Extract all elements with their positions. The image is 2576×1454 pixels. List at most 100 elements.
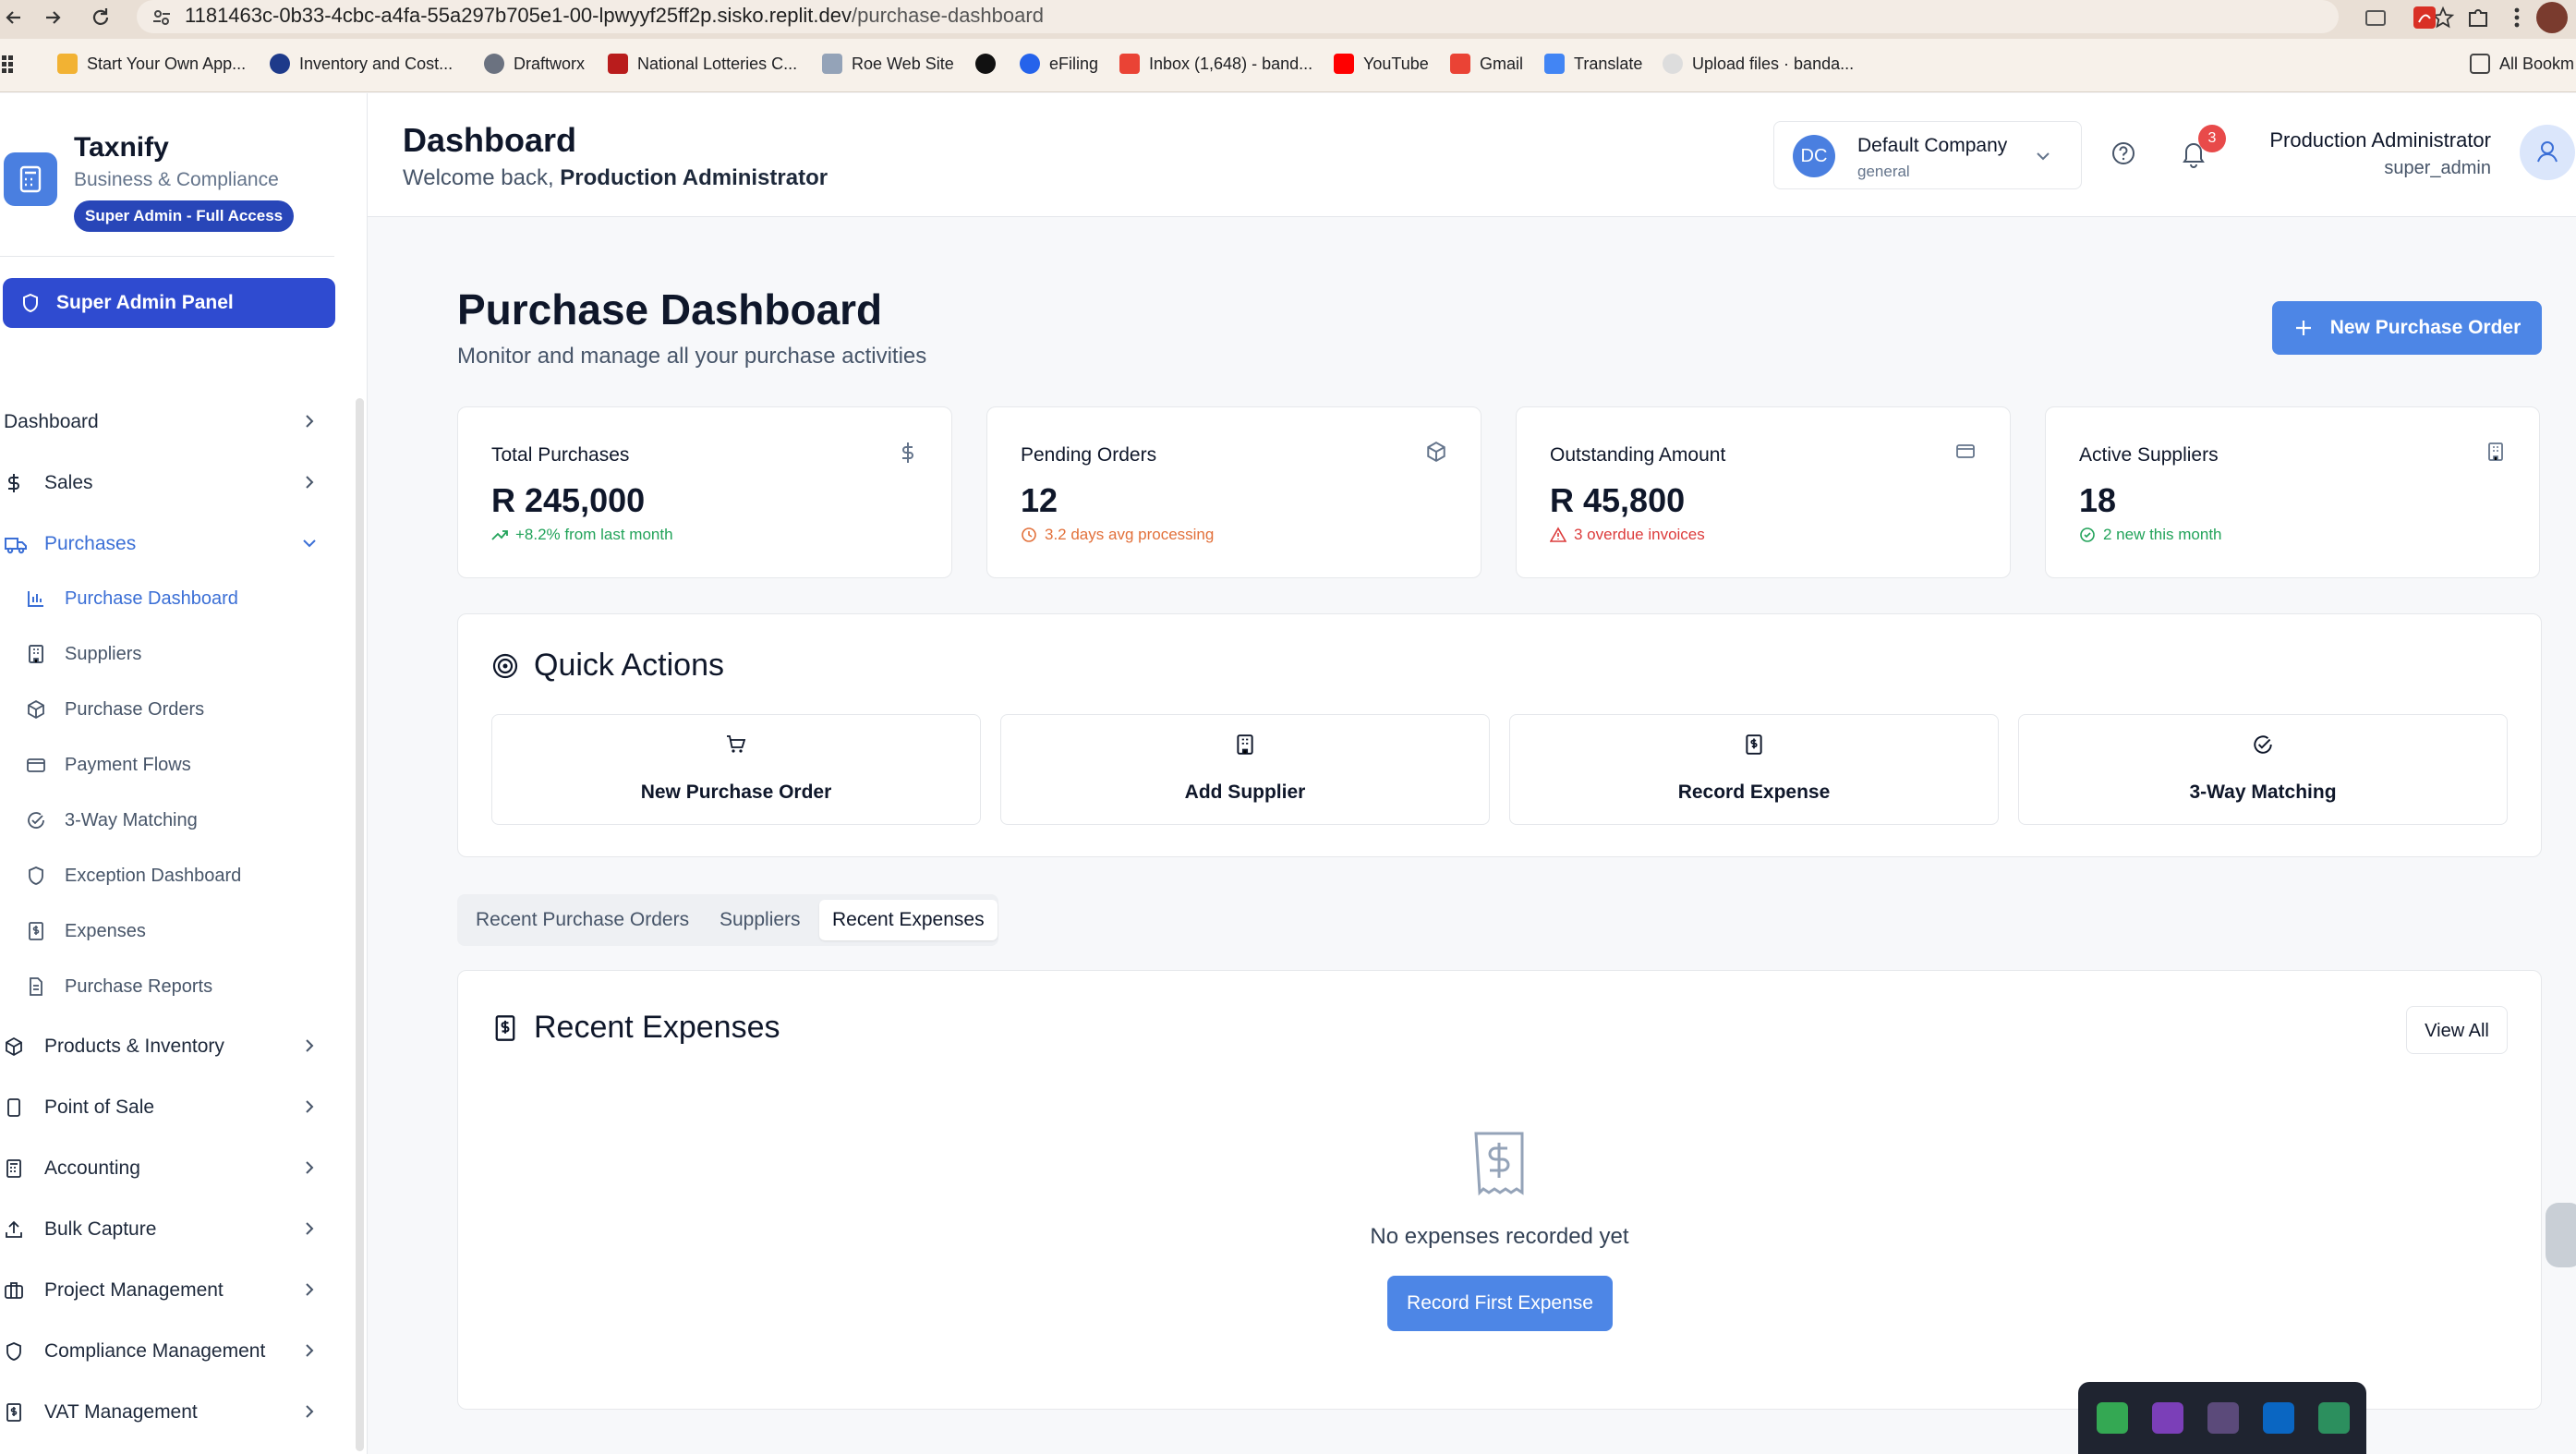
forward-arrow-icon[interactable]	[39, 4, 67, 31]
welcome-text: Welcome back, Production Administrator	[403, 165, 828, 190]
pen-icon[interactable]	[2207, 1402, 2239, 1434]
new-purchase-order-button[interactable]: New Purchase Order	[2272, 301, 2542, 355]
apps-grid-icon[interactable]	[2, 54, 18, 74]
stat-value: 18	[2079, 481, 2117, 519]
sidebar-item-vat-management[interactable]: VAT Management	[0, 1392, 333, 1433]
tab-suppliers[interactable]: Suppliers	[707, 900, 814, 940]
extensions-puzzle-icon[interactable]	[2464, 4, 2492, 31]
reload-icon[interactable]	[87, 4, 115, 31]
company-switcher[interactable]: DC Default Company general	[1773, 121, 2082, 189]
help-icon[interactable]	[2110, 139, 2137, 167]
sidebar-item-dashboard[interactable]: Dashboard	[0, 402, 333, 442]
sidebar-item-label: Purchases	[44, 533, 137, 554]
quick-action-label: 3-Way Matching	[2189, 782, 2337, 803]
cast-icon[interactable]	[2363, 6, 2389, 31]
bookmark-item[interactable]	[975, 50, 1005, 78]
sidebar-item-label: Dashboard	[4, 411, 99, 432]
empty-state-text: No expenses recorded yet	[1370, 1224, 1629, 1249]
chevron-right-icon	[299, 1279, 320, 1300]
drive-icon[interactable]	[2097, 1402, 2128, 1434]
sidebar-item-project-management[interactable]: Project Management	[0, 1270, 333, 1311]
tablet-icon	[4, 1097, 28, 1118]
sidebar-subitem-label: Purchase Dashboard	[65, 588, 238, 609]
brand-name: Taxnify	[74, 132, 169, 163]
sidebar-scrollbar[interactable]	[356, 398, 364, 1451]
cart-icon	[725, 733, 747, 756]
menu-dots-icon[interactable]	[2512, 4, 2522, 31]
sidebar: Taxnify Business & Compliance Super Admi…	[0, 93, 368, 1454]
bookmark-item[interactable]: Upload files · banda...	[1663, 50, 1854, 78]
bookmark-item[interactable]: Inbox (1,648) - band...	[1119, 50, 1312, 78]
tab-recent-purchase-orders[interactable]: Recent Purchase Orders	[463, 900, 702, 940]
security-shield-icon[interactable]	[2318, 1402, 2350, 1434]
folder-icon	[2470, 54, 2490, 74]
back-arrow-icon[interactable]	[2, 4, 30, 31]
sidebar-subitem-label: Expenses	[65, 920, 146, 941]
address-bar[interactable]: 1181463c-0b33-4cbc-a4fa-55a297b705e1-00-…	[137, 0, 2455, 33]
bookmark-item[interactable]: eFiling	[1020, 50, 1098, 78]
bookmark-item[interactable]: Draftworx	[484, 50, 585, 78]
briefcase-icon	[4, 1280, 28, 1301]
quick-action-record-expense[interactable]: Record Expense	[1509, 714, 1999, 825]
side-panel-handle[interactable]	[2546, 1203, 2576, 1267]
stat-card-total-purchases: Total Purchases R 245,000 +8.2% from las…	[457, 406, 952, 578]
top-header: Dashboard Welcome back, Production Admin…	[368, 93, 2576, 217]
sidebar-subitem-payment-flows[interactable]: Payment Flows	[26, 746, 321, 783]
url-text: 1181463c-0b33-4cbc-a4fa-55a297b705e1-00-…	[185, 4, 1044, 27]
page-title: Purchase Dashboard	[457, 285, 883, 333]
gmail-icon	[1119, 54, 1140, 74]
quick-action-label: New Purchase Order	[640, 782, 832, 803]
sidebar-subitem-3-way-matching[interactable]: 3-Way Matching	[26, 802, 321, 839]
sidebar-subitem-exception-dashboard[interactable]: Exception Dashboard	[26, 857, 321, 894]
sidebar-subitem-suppliers[interactable]: Suppliers	[26, 636, 321, 672]
sidebar-item-accounting[interactable]: Accounting	[0, 1148, 333, 1189]
record-first-expense-button[interactable]: Record First Expense	[1387, 1276, 1613, 1331]
view-all-button[interactable]: View All	[2406, 1006, 2508, 1054]
sidebar-subitem-purchase-reports[interactable]: Purchase Reports	[26, 968, 321, 1005]
chevron-right-icon	[299, 1218, 320, 1239]
gmail-icon	[1450, 54, 1470, 74]
chevron-right-icon	[299, 1157, 320, 1178]
bookmark-item[interactable]: Roe Web Site	[822, 50, 954, 78]
quick-action-label: Record Expense	[1677, 782, 1831, 803]
sidebar-subitem-purchase-orders[interactable]: Purchase Orders	[26, 691, 321, 728]
pdf-extension-icon[interactable]	[2411, 4, 2438, 31]
quick-action-3-way-matching[interactable]: 3-Way Matching	[2018, 714, 2508, 825]
quick-action-add-supplier[interactable]: Add Supplier	[1000, 714, 1490, 825]
sidebar-item-sales[interactable]: Sales	[0, 463, 333, 503]
notification-badge: 3	[2198, 125, 2226, 152]
bookmark-item[interactable]: YouTube	[1334, 50, 1429, 78]
tab-recent-expenses[interactable]: Recent Expenses	[819, 900, 998, 940]
sidebar-item-point-of-sale[interactable]: Point of Sale	[0, 1087, 333, 1128]
super-admin-panel-button[interactable]: Super Admin Panel	[3, 278, 335, 328]
store-icon[interactable]	[2263, 1402, 2294, 1434]
bar-chart-icon	[26, 588, 46, 609]
all-bookmarks[interactable]: All Bookm	[2470, 50, 2574, 78]
stat-label: Active Suppliers	[2079, 444, 2219, 466]
credit-card-icon	[26, 755, 46, 775]
bookmark-item[interactable]: Inventory and Cost...	[270, 50, 453, 78]
file-text-icon	[26, 976, 46, 997]
stat-note: 3 overdue invoices	[1550, 526, 1705, 544]
profile-avatar[interactable]	[2536, 2, 2568, 33]
receipt-icon	[26, 921, 46, 941]
sidebar-subitem-expenses[interactable]: Expenses	[26, 913, 321, 950]
bookmark-item[interactable]: Gmail	[1450, 50, 1523, 78]
onenote-icon[interactable]	[2152, 1402, 2183, 1434]
sidebar-subitem-purchase-dashboard[interactable]: Purchase Dashboard	[26, 580, 321, 617]
sidebar-item-products-inventory[interactable]: Products & Inventory	[0, 1026, 333, 1067]
sidebar-item-purchases[interactable]: Purchases	[0, 524, 333, 564]
bookmark-item[interactable]: Start Your Own App...	[57, 50, 246, 78]
quick-action-new-purchase-order[interactable]: New Purchase Order	[491, 714, 981, 825]
bookmark-favicon	[608, 54, 628, 74]
sidebar-item-compliance-management[interactable]: Compliance Management	[0, 1331, 333, 1372]
sidebar-item-bulk-capture[interactable]: Bulk Capture	[0, 1209, 333, 1250]
bookmark-item[interactable]: Translate	[1544, 50, 1642, 78]
sidebar-item-label: Project Management	[44, 1279, 224, 1301]
site-settings-icon[interactable]	[151, 7, 172, 28]
taskbar	[2078, 1382, 2366, 1454]
user-avatar[interactable]	[2520, 125, 2575, 180]
bookmark-item[interactable]: National Lotteries C...	[608, 50, 797, 78]
browser-toolbar: 1181463c-0b33-4cbc-a4fa-55a297b705e1-00-…	[0, 0, 2576, 39]
stat-value: 12	[1021, 481, 1058, 519]
